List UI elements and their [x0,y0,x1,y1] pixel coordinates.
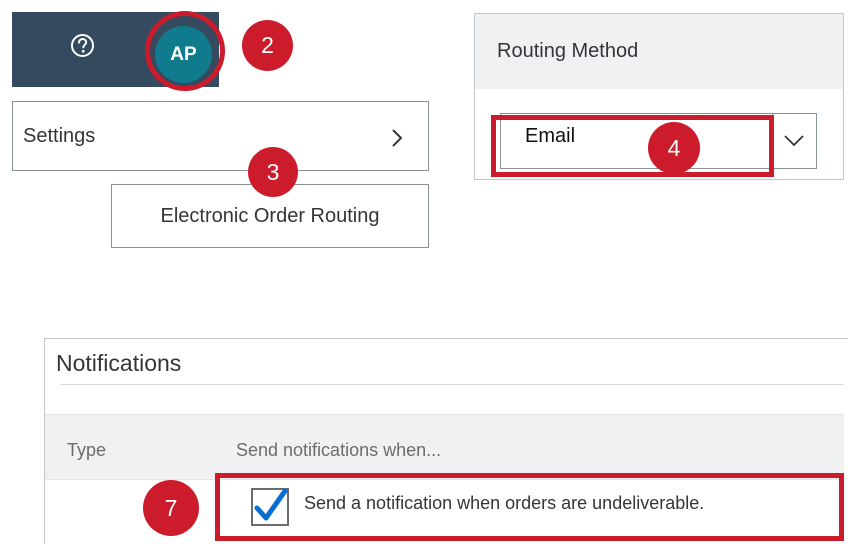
notification-row-highlight [215,473,844,541]
notifications-table-header [45,414,844,480]
settings-label: Settings [23,124,96,147]
callout-badge-3: 3 [248,147,298,197]
callout-badge-7: 7 [143,480,199,536]
column-header-send-when: Send notifications when... [236,440,442,460]
help-icon[interactable] [70,33,95,58]
avatar-highlight-ring [145,11,225,91]
notifications-divider [60,384,844,385]
routing-method-header: Routing Method [475,14,843,89]
callout-badge-2: 2 [242,20,293,71]
settings-menu-item[interactable]: Settings [12,101,429,171]
callout-badge-4: 4 [648,122,700,174]
notifications-title: Notifications [56,350,182,376]
electronic-order-routing-label: Electronic Order Routing [160,204,380,227]
chevron-down-icon[interactable] [783,132,805,148]
chevron-right-icon [390,128,404,148]
routing-method-label: Routing Method [497,40,639,62]
column-header-type: Type [67,440,107,460]
routing-select-highlight [491,115,774,177]
